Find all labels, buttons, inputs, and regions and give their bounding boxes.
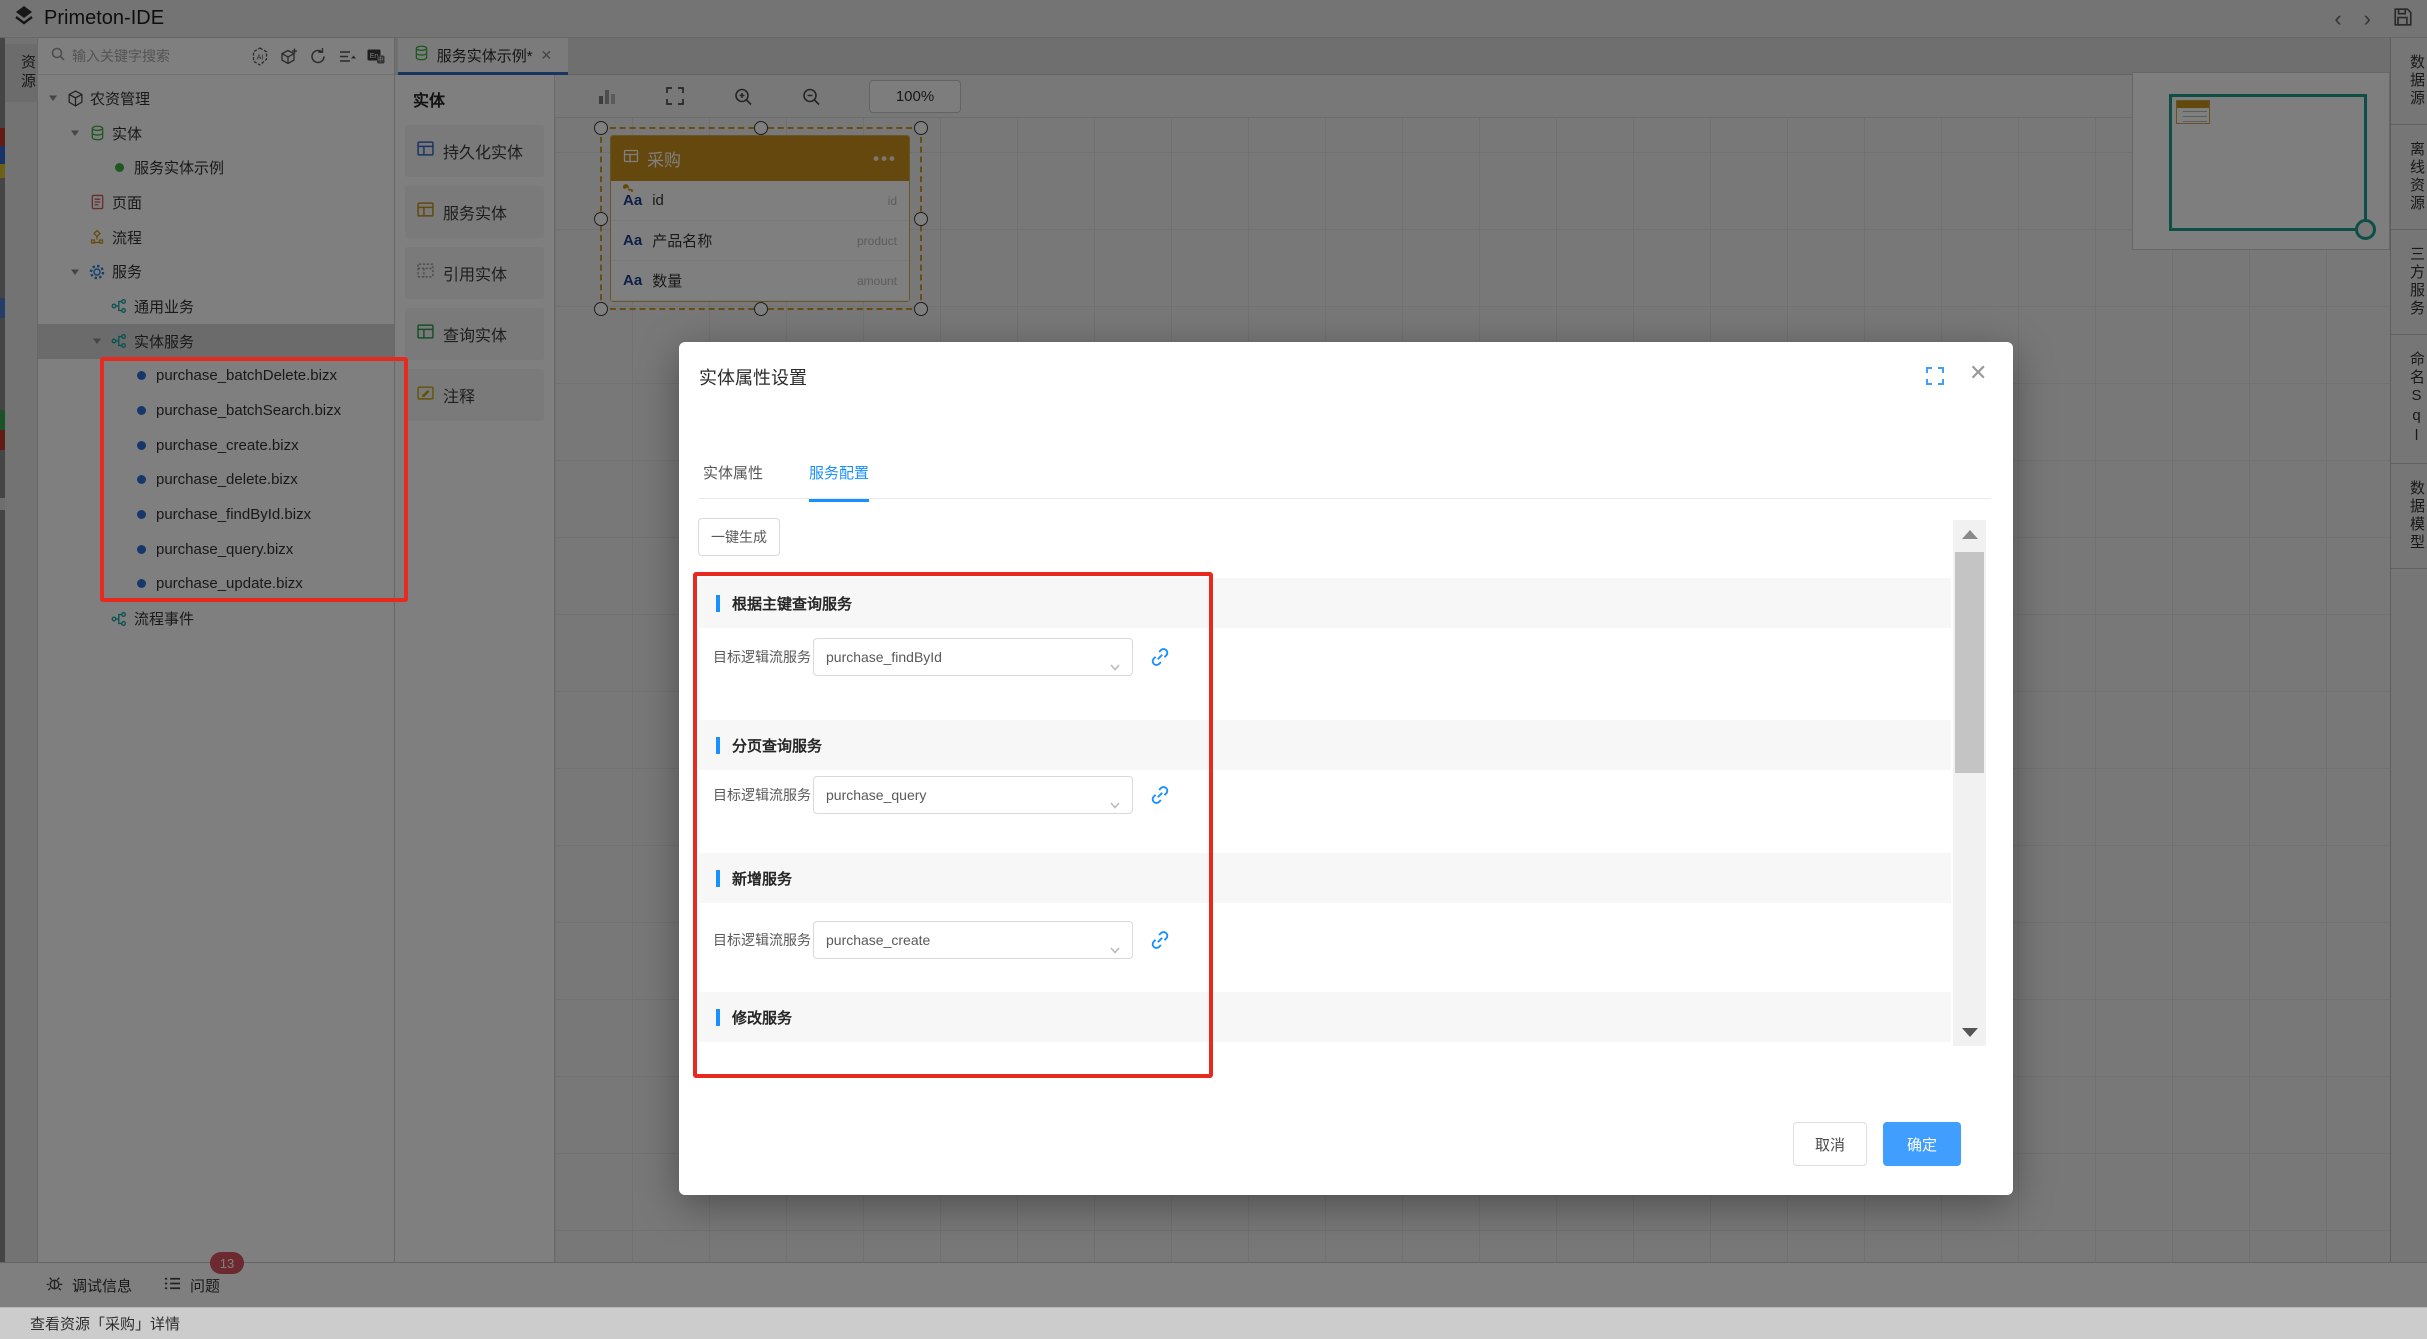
dialog-tab-实体属性[interactable]: 实体属性 — [703, 462, 763, 502]
scroll-down-icon[interactable] — [1953, 1018, 1986, 1046]
status-detail-text: 查看资源「采购」详情 — [30, 1313, 180, 1334]
one-click-generate-button[interactable]: 一键生成 — [698, 518, 780, 556]
close-icon[interactable]: ✕ — [1969, 360, 1987, 386]
status-bar: 查看资源「采购」详情 — [0, 1307, 2427, 1339]
tab-divider — [699, 498, 1991, 499]
dialog-tab-服务配置[interactable]: 服务配置 — [809, 462, 869, 502]
dialog-scrollbar[interactable] — [1953, 520, 1986, 1046]
ok-button[interactable]: 确定 — [1883, 1122, 1961, 1166]
cancel-button[interactable]: 取消 — [1793, 1122, 1867, 1166]
app-window: Primeton-IDE ‹ › 资源 AIEn中 农资管理实体服务实体示例页面… — [0, 0, 2427, 1339]
fullscreen-icon[interactable] — [1925, 366, 1945, 391]
scrollbar-thumb[interactable] — [1955, 552, 1984, 773]
dialog-tabs: 实体属性 服务配置 — [703, 462, 869, 502]
annotation-box-dialog — [693, 572, 1213, 1078]
annotation-box-files — [100, 357, 408, 602]
dialog-title: 实体属性设置 — [699, 364, 807, 390]
scroll-up-icon[interactable] — [1953, 520, 1986, 548]
